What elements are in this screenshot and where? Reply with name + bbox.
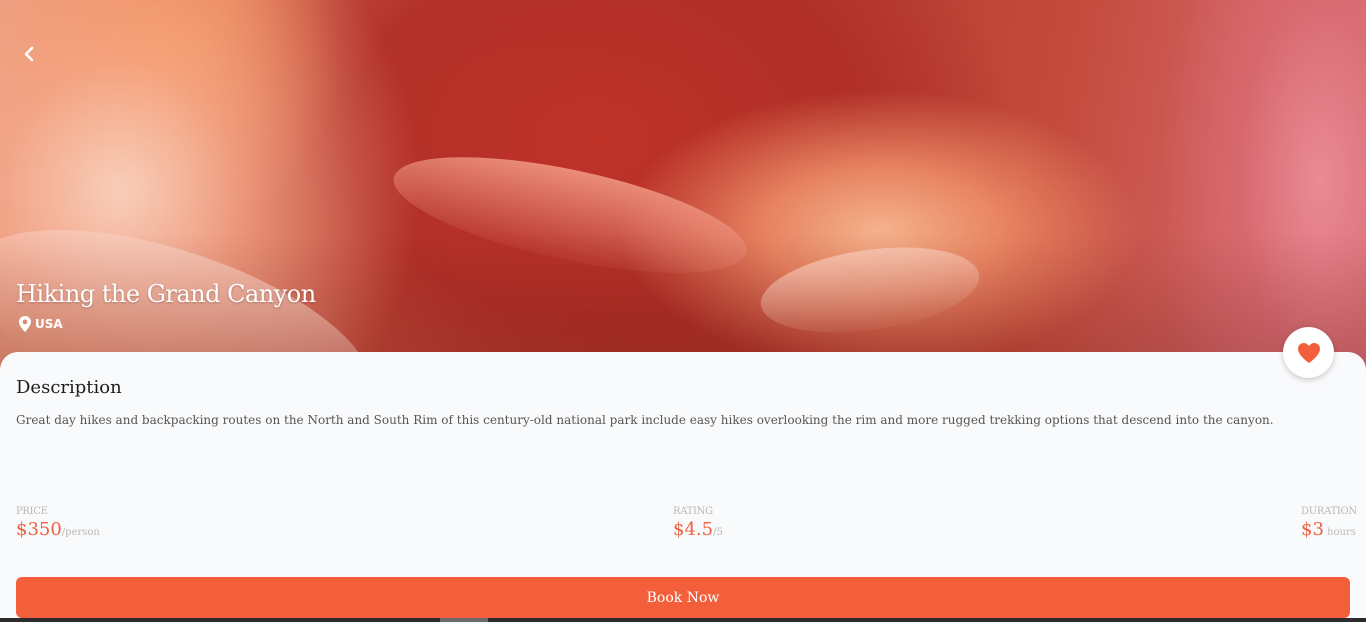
heart-icon [1297, 342, 1320, 363]
scrollbar-thumb[interactable] [440, 618, 488, 622]
stat-duration: DURATION $3 hours [1301, 506, 1357, 540]
stat-unit: /person [61, 527, 100, 538]
book-now-button[interactable]: Book Now [16, 577, 1350, 618]
chevron-left-icon [24, 46, 34, 62]
stat-label: PRICE [16, 506, 48, 517]
back-button[interactable] [16, 40, 42, 68]
horizontal-scrollbar[interactable] [0, 618, 1366, 622]
stat-unit: /5 [713, 527, 723, 538]
stat-price: PRICE $350/person [16, 506, 100, 540]
stat-value: $3 [1301, 519, 1324, 540]
hero-image [0, 0, 1366, 372]
location: USA [19, 316, 63, 332]
stat-value: $4.5 [673, 519, 714, 540]
description-heading: Description [16, 377, 122, 398]
description-text: Great day hikes and backpacking routes o… [16, 413, 1274, 427]
favorite-button[interactable] [1283, 327, 1334, 378]
stat-label: DURATION [1301, 506, 1357, 517]
map-pin-icon [19, 316, 31, 332]
stat-unit: hours [1323, 527, 1356, 538]
page-title: Hiking the Grand Canyon [16, 280, 316, 308]
stat-label: RATING [673, 506, 713, 517]
stat-rating: RATING $4.5/5 [673, 506, 723, 540]
location-label: USA [35, 317, 63, 331]
stat-value: $350 [16, 519, 62, 540]
